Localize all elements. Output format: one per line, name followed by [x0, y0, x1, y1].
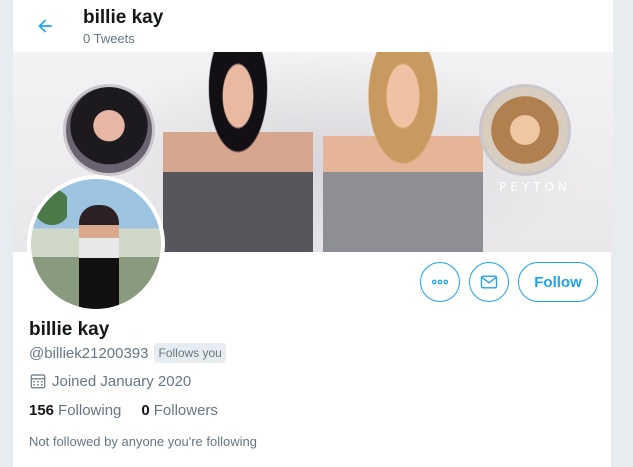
following-label: Following [58, 402, 122, 419]
joined-row: Joined January 2020 [29, 372, 191, 390]
banner-portrait-right [479, 84, 571, 176]
calendar-icon [30, 374, 46, 389]
followers-count: 0 [141, 402, 150, 419]
profile-name: billie kay [29, 319, 110, 340]
banner-portrait-left [63, 84, 155, 176]
profile-column: billie kay 0 Tweets PEYTON Follow billie… [12, 0, 613, 467]
avatar-person [79, 205, 119, 309]
avatar-palm [37, 189, 67, 249]
back-button[interactable] [29, 10, 61, 42]
envelope-icon [480, 275, 498, 289]
joined-date: Joined January 2020 [52, 372, 192, 390]
follow-counts: 156 Following 0 Followers [29, 402, 238, 419]
profile-header: billie kay 0 Tweets [13, 0, 613, 52]
following-link[interactable]: 156 Following [29, 402, 121, 419]
profile-avatar[interactable] [27, 175, 165, 313]
followers-label: Followers [153, 402, 218, 419]
following-count: 156 [29, 402, 55, 419]
handle-row: @billiek21200393 Follows you [29, 343, 226, 363]
message-button[interactable] [469, 262, 509, 302]
more-button[interactable] [420, 262, 460, 302]
tweets-count: 0 Tweets [83, 31, 135, 46]
banner-figure-left [163, 52, 313, 252]
arrow-left-icon [38, 19, 52, 33]
follow-button[interactable]: Follow [518, 262, 598, 302]
follows-you-badge: Follows you [154, 343, 226, 363]
not-followed-note: Not followed by anyone you're following [29, 434, 257, 449]
profile-handle: @billiek21200393 [29, 344, 149, 362]
header-title: billie kay [83, 7, 164, 28]
more-dots-icon [431, 279, 449, 285]
banner-caption: PEYTON [499, 180, 571, 194]
banner-figure-right [323, 52, 483, 252]
followers-link[interactable]: 0 Followers [141, 402, 218, 419]
